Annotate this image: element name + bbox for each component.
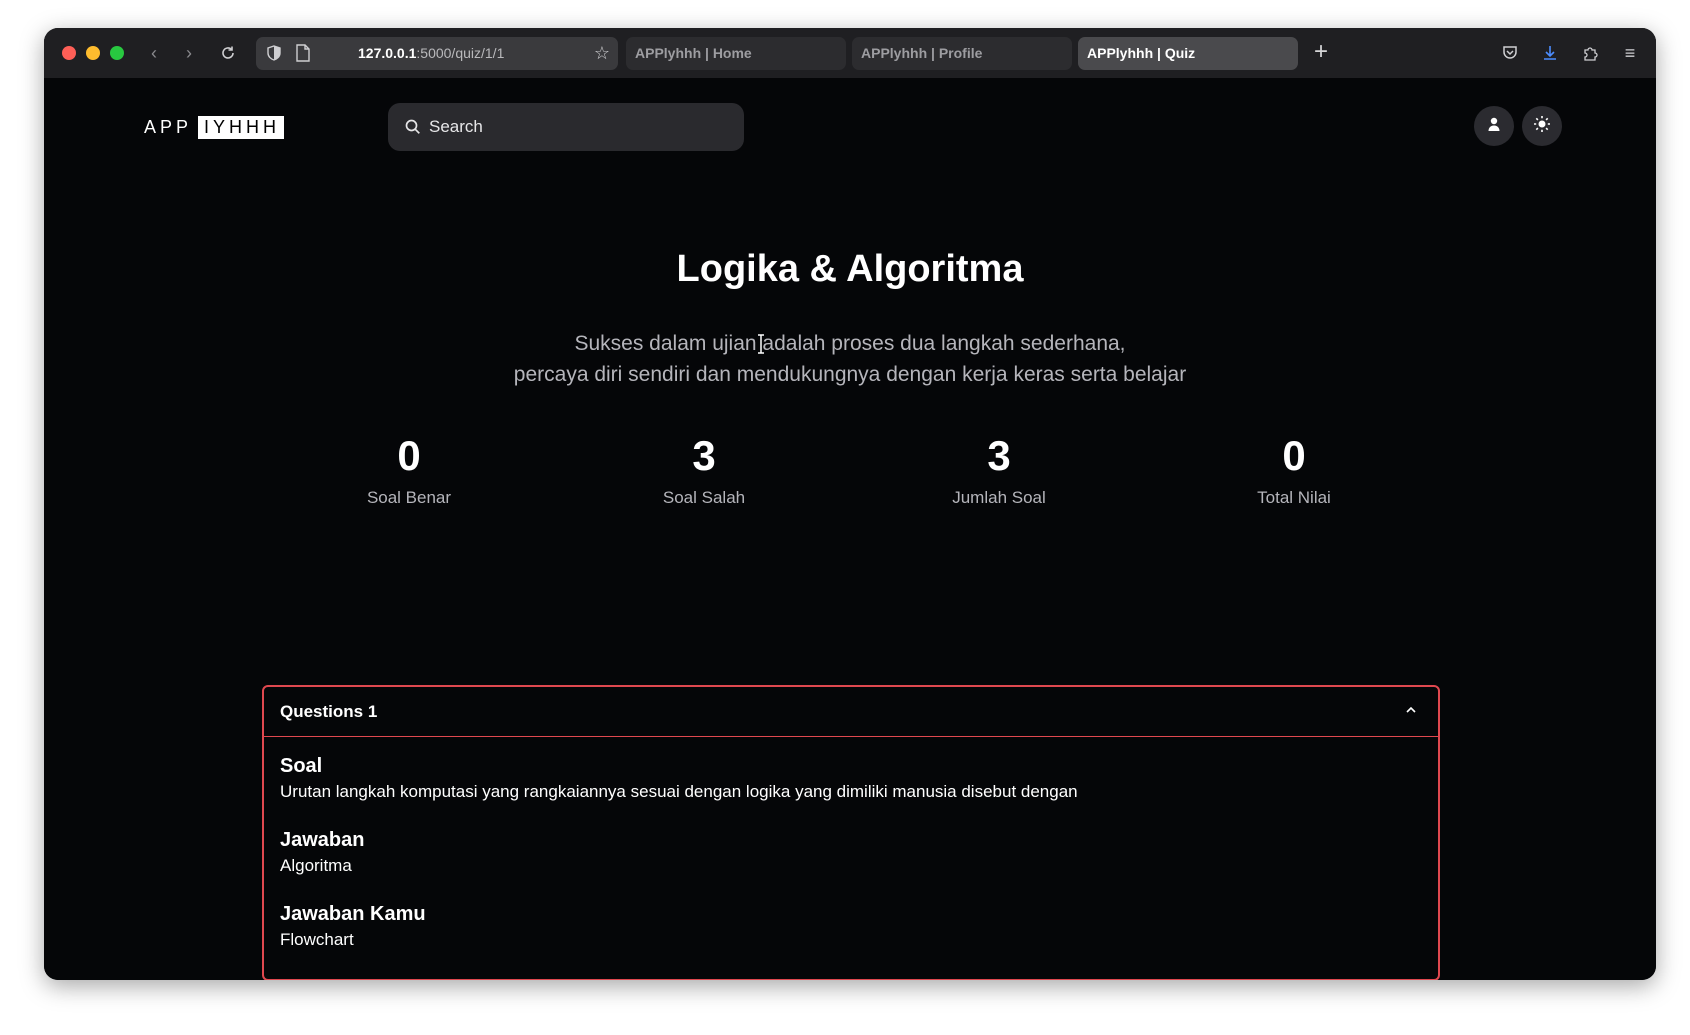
download-icon[interactable]: [1538, 41, 1562, 65]
search-input[interactable]: Search: [388, 103, 744, 151]
user-profile-button[interactable]: [1474, 106, 1514, 146]
url-path: :5000/quiz/1/1: [416, 45, 505, 61]
bookmark-star-icon[interactable]: ☆: [594, 43, 610, 64]
page-subtitle: Sukses dalam ujian adalah proses dua lan…: [44, 328, 1656, 390]
jawaban-kamu-text: Flowchart: [280, 930, 354, 949]
text-cursor-icon: [756, 334, 766, 354]
close-window-button[interactable]: [62, 46, 76, 60]
page-content: APP IYHHH Search Logika & Algoritma Suks…: [44, 78, 1656, 980]
accordion-header[interactable]: Questions 1: [264, 687, 1438, 737]
back-arrow-icon[interactable]: ‹: [142, 41, 166, 65]
maximize-window-button[interactable]: [110, 46, 124, 60]
jawaban-text: Algoritma: [280, 856, 352, 875]
stat-label: Total Nilai: [1257, 488, 1331, 507]
page-title: Logika & Algoritma: [676, 248, 1024, 290]
url-text[interactable]: 127.0.0.1:5000/quiz/1/1: [358, 45, 504, 61]
stat-soal-benar: 0 Soal Benar: [309, 430, 509, 508]
chevron-up-icon[interactable]: [1404, 703, 1418, 717]
subtitle-line-2: percaya diri sendiri dan mendukungnya de…: [513, 363, 1187, 386]
question-accordion: Questions 1 Soal Urutan langkah komputas…: [262, 685, 1440, 980]
url-host: 127.0.0.1: [358, 45, 417, 61]
stat-value: 3: [692, 432, 716, 479]
stat-value: 0: [1282, 432, 1306, 479]
tab-profile[interactable]: APPlyhhh | Profile: [852, 37, 1072, 70]
app-logo[interactable]: APP IYHHH: [144, 114, 285, 140]
soal-label: Soal: [280, 755, 323, 777]
stat-label: Jumlah Soal: [952, 488, 1046, 507]
extensions-puzzle-icon[interactable]: [1578, 41, 1602, 65]
jawaban-field: Jawaban Algoritma: [280, 827, 1422, 879]
stat-value: 3: [987, 432, 1011, 479]
stat-total-nilai: 0 Total Nilai: [1194, 430, 1394, 508]
jawaban-kamu-field: Jawaban Kamu Flowchart: [280, 901, 1422, 953]
browser-toolbar: ‹ › 127.0.0.1:5000/quiz/1/1 ☆ APPlyhhh |…: [44, 28, 1656, 78]
soal-field: Soal Urutan langkah komputasi yang rangk…: [280, 753, 1422, 805]
search-placeholder: Search: [429, 117, 483, 136]
soal-text: Urutan langkah komputasi yang rangkaiann…: [280, 782, 1078, 801]
minimize-window-button[interactable]: [86, 46, 100, 60]
tab-quiz[interactable]: APPlyhhh | Quiz: [1078, 37, 1298, 70]
user-icon: [1486, 116, 1502, 137]
new-tab-plus-icon[interactable]: +: [1314, 38, 1328, 66]
stat-label: Soal Salah: [662, 488, 746, 507]
question-title: Questions 1: [280, 702, 378, 721]
hamburger-menu-icon[interactable]: ≡: [1618, 41, 1642, 65]
search-icon: [404, 118, 422, 136]
forward-arrow-icon[interactable]: ›: [177, 41, 201, 65]
sun-icon: [1533, 115, 1551, 138]
stat-soal-salah: 3 Soal Salah: [604, 430, 804, 508]
theme-toggle-button[interactable]: [1522, 106, 1562, 146]
subtitle-line-1: Sukses dalam ujian adalah proses dua lan…: [574, 332, 1126, 355]
pocket-icon[interactable]: [1498, 41, 1522, 65]
browser-window: ‹ › 127.0.0.1:5000/quiz/1/1 ☆ APPlyhhh |…: [44, 28, 1656, 980]
jawaban-label: Jawaban: [280, 829, 365, 851]
logo-text-left: APP: [144, 116, 193, 137]
address-bar[interactable]: 127.0.0.1:5000/quiz/1/1 ☆: [256, 37, 618, 70]
stat-label: Soal Benar: [366, 488, 452, 507]
tab-home[interactable]: APPlyhhh | Home: [626, 37, 846, 70]
logo-text-right: IYHHH: [198, 115, 285, 139]
reload-icon[interactable]: [216, 41, 240, 65]
shield-icon[interactable]: [266, 45, 282, 61]
page-icon: [296, 44, 312, 62]
accordion-body: Soal Urutan langkah komputasi yang rangk…: [264, 737, 1438, 980]
stat-value: 0: [397, 432, 421, 479]
jawaban-kamu-label: Jawaban Kamu: [280, 903, 426, 925]
stat-jumlah-soal: 3 Jumlah Soal: [899, 430, 1099, 508]
